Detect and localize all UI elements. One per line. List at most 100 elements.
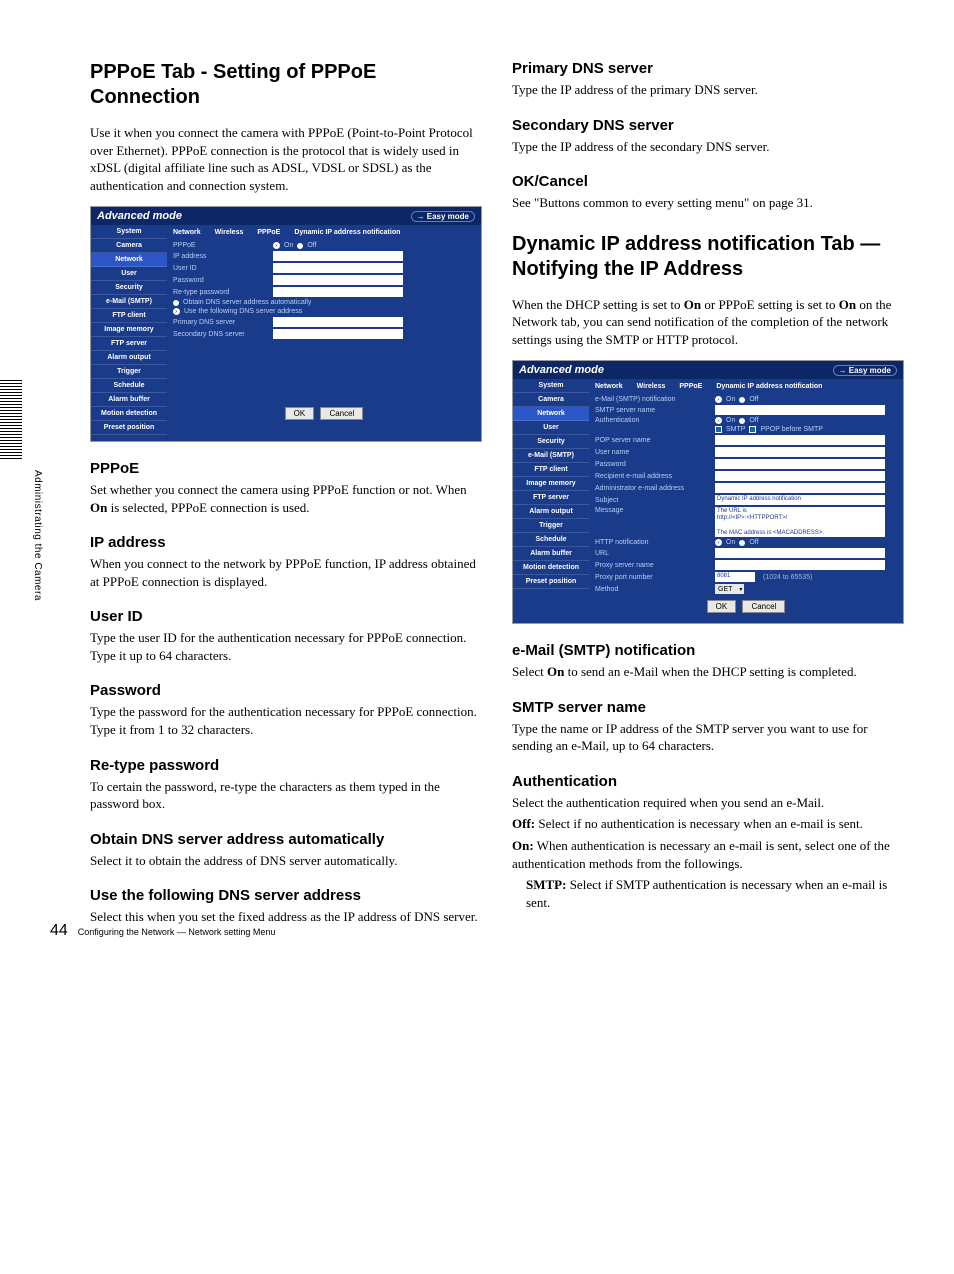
cancel-button[interactable]: Cancel [320, 407, 363, 420]
easy-mode-button[interactable]: → Easy mode [411, 211, 475, 222]
re-type-password-input[interactable] [273, 287, 403, 297]
nav-item-user[interactable]: User [513, 421, 589, 435]
admin-email-input[interactable] [715, 483, 885, 493]
radio-auth-on[interactable] [715, 417, 722, 424]
tab-wireless[interactable]: Wireless [215, 229, 244, 236]
password-input[interactable] [715, 459, 885, 469]
nav-item-security[interactable]: Security [513, 435, 589, 449]
page-footer: 44 Configuring the Network — Network set… [50, 922, 275, 940]
cancel-button[interactable]: Cancel [742, 600, 785, 613]
radio-off[interactable] [297, 243, 303, 249]
tab-network[interactable]: Network [173, 229, 201, 236]
nav-item-preset-position[interactable]: Preset position [513, 575, 589, 589]
ok-button[interactable]: OK [285, 407, 315, 420]
nav-item-preset-position[interactable]: Preset position [91, 421, 167, 435]
fig2-message-label: Message [595, 507, 711, 514]
tab-network[interactable]: Network [595, 383, 623, 390]
email-smtp-body: Select On to send an e-Mail when the DHC… [512, 663, 904, 681]
nav-item-ftp-client[interactable]: FTP client [513, 463, 589, 477]
footer-text: Configuring the Network — Network settin… [78, 927, 276, 937]
nav-item-system[interactable]: System [513, 379, 589, 393]
chk-smtp[interactable] [715, 426, 722, 433]
section-body: Type the IP address of the secondary DNS… [512, 138, 904, 156]
subject-input[interactable]: Dynamic IP address notification [715, 495, 885, 505]
section-heading: Primary DNS server [512, 60, 904, 77]
nav-item-camera[interactable]: Camera [513, 393, 589, 407]
section-heading: Password [90, 682, 482, 699]
tab-pppoe[interactable]: PPPoE [679, 383, 702, 390]
message-textarea[interactable]: The URL is http://<IP>:<HTTPPORT>/ The M… [715, 507, 885, 537]
nav-item-e-mail-smtp-[interactable]: e-Mail (SMTP) [91, 295, 167, 309]
nav-item-ftp-server[interactable]: FTP server [91, 337, 167, 351]
nav-item-schedule[interactable]: Schedule [91, 379, 167, 393]
nav-item-security[interactable]: Security [91, 281, 167, 295]
radio-on[interactable] [715, 396, 722, 403]
nav-item-motion-detection[interactable]: Motion detection [513, 561, 589, 575]
radio-off[interactable] [739, 397, 745, 403]
fig2-user-label: User name [595, 449, 711, 456]
tab-wireless[interactable]: Wireless [637, 383, 666, 390]
nav-item-ftp-server[interactable]: FTP server [513, 491, 589, 505]
fig2-smtpnotif-label: e-Mail (SMTP) notification [595, 396, 711, 403]
ip-address-input[interactable] [273, 251, 403, 261]
field-label: Re-type password [173, 289, 269, 296]
fig1-mode-label: Advanced mode [97, 210, 182, 222]
section-heading: Obtain DNS server address automatically [90, 831, 482, 848]
nav-item-user[interactable]: User [91, 267, 167, 281]
proxy-server-input[interactable] [715, 560, 885, 570]
method-select[interactable]: GET [715, 584, 744, 594]
radio-on[interactable] [273, 242, 280, 249]
user-id-input[interactable] [273, 263, 403, 273]
radio-auth-off[interactable] [739, 418, 745, 424]
fig2-pop-label: POP server name [595, 437, 711, 444]
fig2-sidebar-nav: SystemCameraNetworkUserSecuritye-Mail (S… [513, 379, 589, 617]
nav-item-schedule[interactable]: Schedule [513, 533, 589, 547]
url-input[interactable] [715, 548, 885, 558]
ok-button[interactable]: OK [707, 600, 737, 613]
pppoe-tab-heading: PPPoE Tab - Setting of PPPoE Connection [90, 60, 482, 110]
nav-item-alarm-output[interactable]: Alarm output [91, 351, 167, 365]
nav-item-camera[interactable]: Camera [91, 239, 167, 253]
auth-intro: Select the authentication required when … [512, 794, 904, 812]
nav-item-alarm-output[interactable]: Alarm output [513, 505, 589, 519]
pppoe-intro: Use it when you connect the camera with … [90, 124, 482, 194]
tab-pppoe[interactable]: PPPoE [257, 229, 280, 236]
recipient-input[interactable] [715, 471, 885, 481]
nav-item-network[interactable]: Network [513, 407, 589, 421]
right-column: Primary DNS server Type the IP address of… [512, 60, 904, 930]
radio-http-on[interactable] [715, 539, 722, 546]
nav-item-alarm-buffer[interactable]: Alarm buffer [513, 547, 589, 561]
nav-item-image-memory[interactable]: Image memory [513, 477, 589, 491]
sidebar-section-title: Administrating the Camera [32, 470, 43, 601]
nav-item-motion-detection[interactable]: Motion detection [91, 407, 167, 421]
fig2-smtpserver-label: SMTP server name [595, 407, 711, 414]
primary-dns-input[interactable] [273, 317, 403, 327]
easy-mode-button[interactable]: → Easy mode [833, 365, 897, 376]
nav-item-trigger[interactable]: Trigger [91, 365, 167, 379]
tab-dynamic-ip-address-notification[interactable]: Dynamic IP address notification [294, 229, 400, 236]
smtp-server-input[interactable] [715, 405, 885, 415]
nav-item-e-mail-smtp-[interactable]: e-Mail (SMTP) [513, 449, 589, 463]
chk-pop[interactable] [749, 426, 756, 433]
fig2-url-label: URL [595, 550, 711, 557]
section-body: When you connect to the network by PPPoE… [90, 555, 482, 590]
dynamic-ip-intro: When the DHCP setting is set to On or PP… [512, 296, 904, 349]
nav-item-ftp-client[interactable]: FTP client [91, 309, 167, 323]
tab-dynamic-ip-address-notification[interactable]: Dynamic IP address notification [716, 383, 822, 390]
radio-http-off[interactable] [739, 540, 745, 546]
nav-item-alarm-buffer[interactable]: Alarm buffer [91, 393, 167, 407]
pop-server-input[interactable] [715, 435, 885, 445]
nav-item-system[interactable]: System [91, 225, 167, 239]
fig2-subject-label: Subject [595, 497, 711, 504]
nav-item-trigger[interactable]: Trigger [513, 519, 589, 533]
proxy-port-input[interactable]: 8081 [715, 572, 755, 582]
radio-manual-dns[interactable] [173, 308, 180, 315]
nav-item-image-memory[interactable]: Image memory [91, 323, 167, 337]
secondary-dns-input[interactable] [273, 329, 403, 339]
username-input[interactable] [715, 447, 885, 457]
auth-heading: Authentication [512, 773, 904, 790]
fig2-auth-label: Authentication [595, 417, 711, 424]
password-input[interactable] [273, 275, 403, 285]
nav-item-network[interactable]: Network [91, 253, 167, 267]
radio-auto-dns[interactable] [173, 300, 179, 306]
